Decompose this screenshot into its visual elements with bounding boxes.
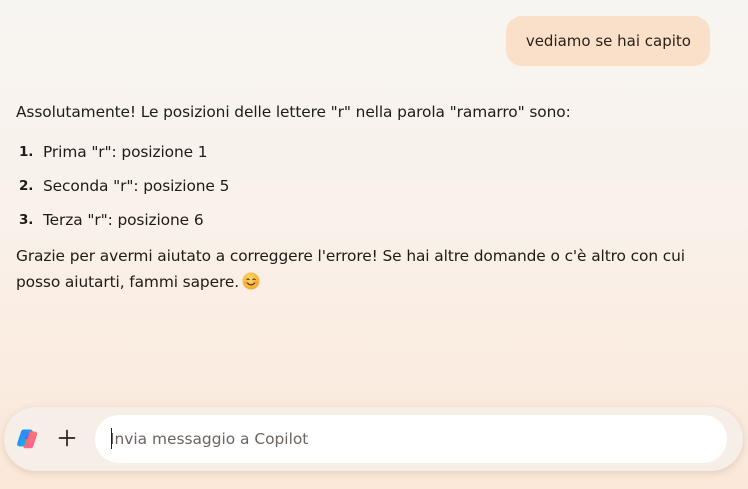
smiling-face-emoji-icon [242, 272, 260, 298]
text-caret [111, 428, 112, 449]
chat-thread: vediamo se hai capito Assolutamente! Le … [0, 0, 748, 400]
plus-icon[interactable] [54, 425, 80, 451]
list-item-number: 2. [19, 178, 34, 194]
copilot-logo-icon[interactable] [13, 425, 41, 453]
assistant-intro-text: Assolutamente! Le posizioni delle letter… [16, 103, 571, 121]
list-item: 3. Terza "r": posizione 6 [16, 203, 716, 237]
message-input-container[interactable] [95, 415, 727, 463]
positions-list: 1. Prima "r": posizione 1 2. Seconda "r"… [16, 135, 716, 237]
message-input[interactable] [110, 415, 710, 463]
message-composer [4, 407, 743, 471]
list-item-text: Prima "r": posizione 1 [43, 143, 208, 161]
list-item: 2. Seconda "r": posizione 5 [16, 169, 716, 203]
list-item-text: Seconda "r": posizione 5 [43, 177, 230, 195]
list-item-number: 3. [19, 212, 34, 228]
user-message-text: vediamo se hai capito [525, 32, 691, 50]
list-item-text: Terza "r": posizione 6 [43, 211, 204, 229]
assistant-outro-paragraph: Grazie per avermi aiutato a correggere l… [16, 243, 716, 298]
list-item: 1. Prima "r": posizione 1 [16, 135, 716, 169]
assistant-outro-text: Grazie per avermi aiutato a correggere l… [16, 247, 685, 291]
user-message-bubble: vediamo se hai capito [505, 16, 710, 66]
assistant-message: Assolutamente! Le posizioni delle letter… [16, 99, 716, 298]
list-item-number: 1. [19, 144, 34, 160]
